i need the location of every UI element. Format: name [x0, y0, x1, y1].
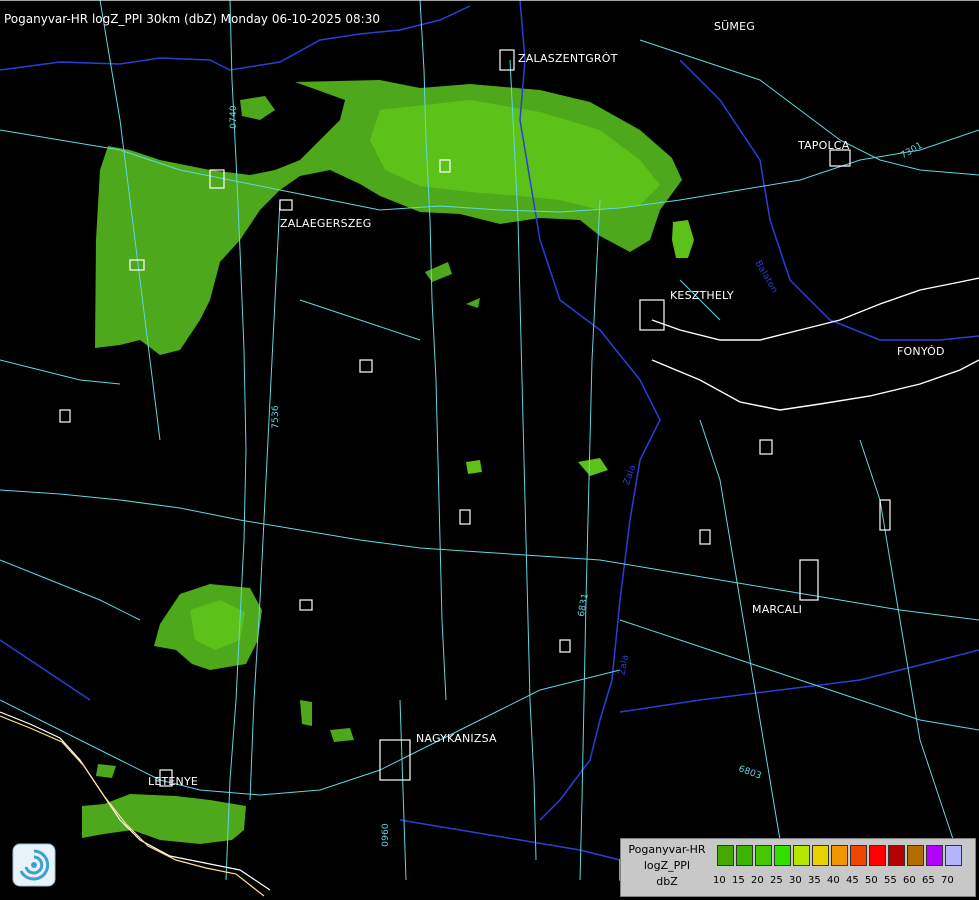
legend-swatch-55 — [888, 845, 905, 866]
city-label-zalaegerszeg: ZALAEGERSZEG — [280, 217, 372, 230]
city-label-letenye: LETENYE — [148, 775, 199, 788]
echo-small-3 — [466, 460, 482, 474]
echo-small-2 — [466, 298, 480, 308]
city-label-nagykanizsa: NAGYKANIZSA — [416, 732, 497, 745]
city-label-sumeg: SÜMEG — [714, 20, 755, 33]
legend-tick-35: 35 — [808, 875, 821, 886]
legend-swatch-45 — [850, 845, 867, 866]
legend-swatch-15 — [736, 845, 753, 866]
legend-swatch-30 — [793, 845, 810, 866]
legend-tick-55: 55 — [884, 875, 897, 886]
city-label-tapolca: TAPOLCA — [798, 139, 850, 152]
legend-tick-50: 50 — [865, 875, 878, 886]
legend-tick-70: 70 — [941, 875, 954, 886]
city-label-fonyod: FONYÓD — [897, 345, 945, 358]
city-label-zalaszentgrot: ZALASZENTGRÓT — [518, 52, 618, 65]
legend-swatch-50 — [869, 845, 886, 866]
echo-southwest-2 — [82, 794, 246, 844]
legend-tick-60: 60 — [903, 875, 916, 886]
echo-small-5 — [300, 700, 312, 726]
legend-swatches — [717, 845, 964, 866]
map-title: Poganyvar-HR logZ_PPI 30km (dbZ) Monday … — [4, 12, 380, 26]
legend-tick-25: 25 — [770, 875, 783, 886]
echo-small-7 — [96, 764, 116, 778]
road-label-0740: 0740 — [228, 105, 239, 129]
legend-swatch-10 — [717, 845, 734, 866]
city-label-keszthely: KESZTHELY — [670, 289, 734, 302]
legend-tick-40: 40 — [827, 875, 840, 886]
legend-unit: dbZ — [656, 875, 678, 888]
weather-service-logo — [12, 843, 56, 887]
echo-small-4 — [578, 458, 608, 476]
legend-swatch-35 — [812, 845, 829, 866]
legend-ticks: 10 15 20 25 30 35 40 45 50 55 60 65 70 — [713, 875, 960, 886]
legend-tick-10: 10 — [713, 875, 726, 886]
echo-small-1 — [425, 262, 452, 282]
radar-map — [0, 0, 979, 897]
legend-swatch-25 — [774, 845, 791, 866]
echo-topleft — [240, 96, 275, 120]
legend-radar-name: Poganyvar-HR — [628, 843, 706, 856]
legend-label: Poganyvar-HR logZ_PPI dbZ — [621, 842, 713, 890]
echo-small-6 — [330, 728, 354, 742]
legend-tick-45: 45 — [846, 875, 859, 886]
legend-swatch-40 — [831, 845, 848, 866]
legend-swatch-70 — [945, 845, 962, 866]
legend-product: logZ_PPI — [643, 859, 691, 872]
road-label-0960: 0960 — [380, 823, 391, 847]
radar-echoes — [82, 80, 694, 844]
legend-tick-15: 15 — [732, 875, 745, 886]
legend-tick-30: 30 — [789, 875, 802, 886]
echo-east-blob — [672, 220, 694, 258]
legend-tick-20: 20 — [751, 875, 764, 886]
road-label-7536: 7536 — [270, 405, 281, 429]
legend-swatch-20 — [755, 845, 772, 866]
legend-swatch-65 — [926, 845, 943, 866]
city-label-marcali: MARCALI — [752, 603, 803, 616]
legend-panel: Poganyvar-HR logZ_PPI dbZ 10 15 20 25 30 35 40… — [620, 838, 976, 897]
legend-tick-65: 65 — [922, 875, 935, 886]
legend-swatch-60 — [907, 845, 924, 866]
